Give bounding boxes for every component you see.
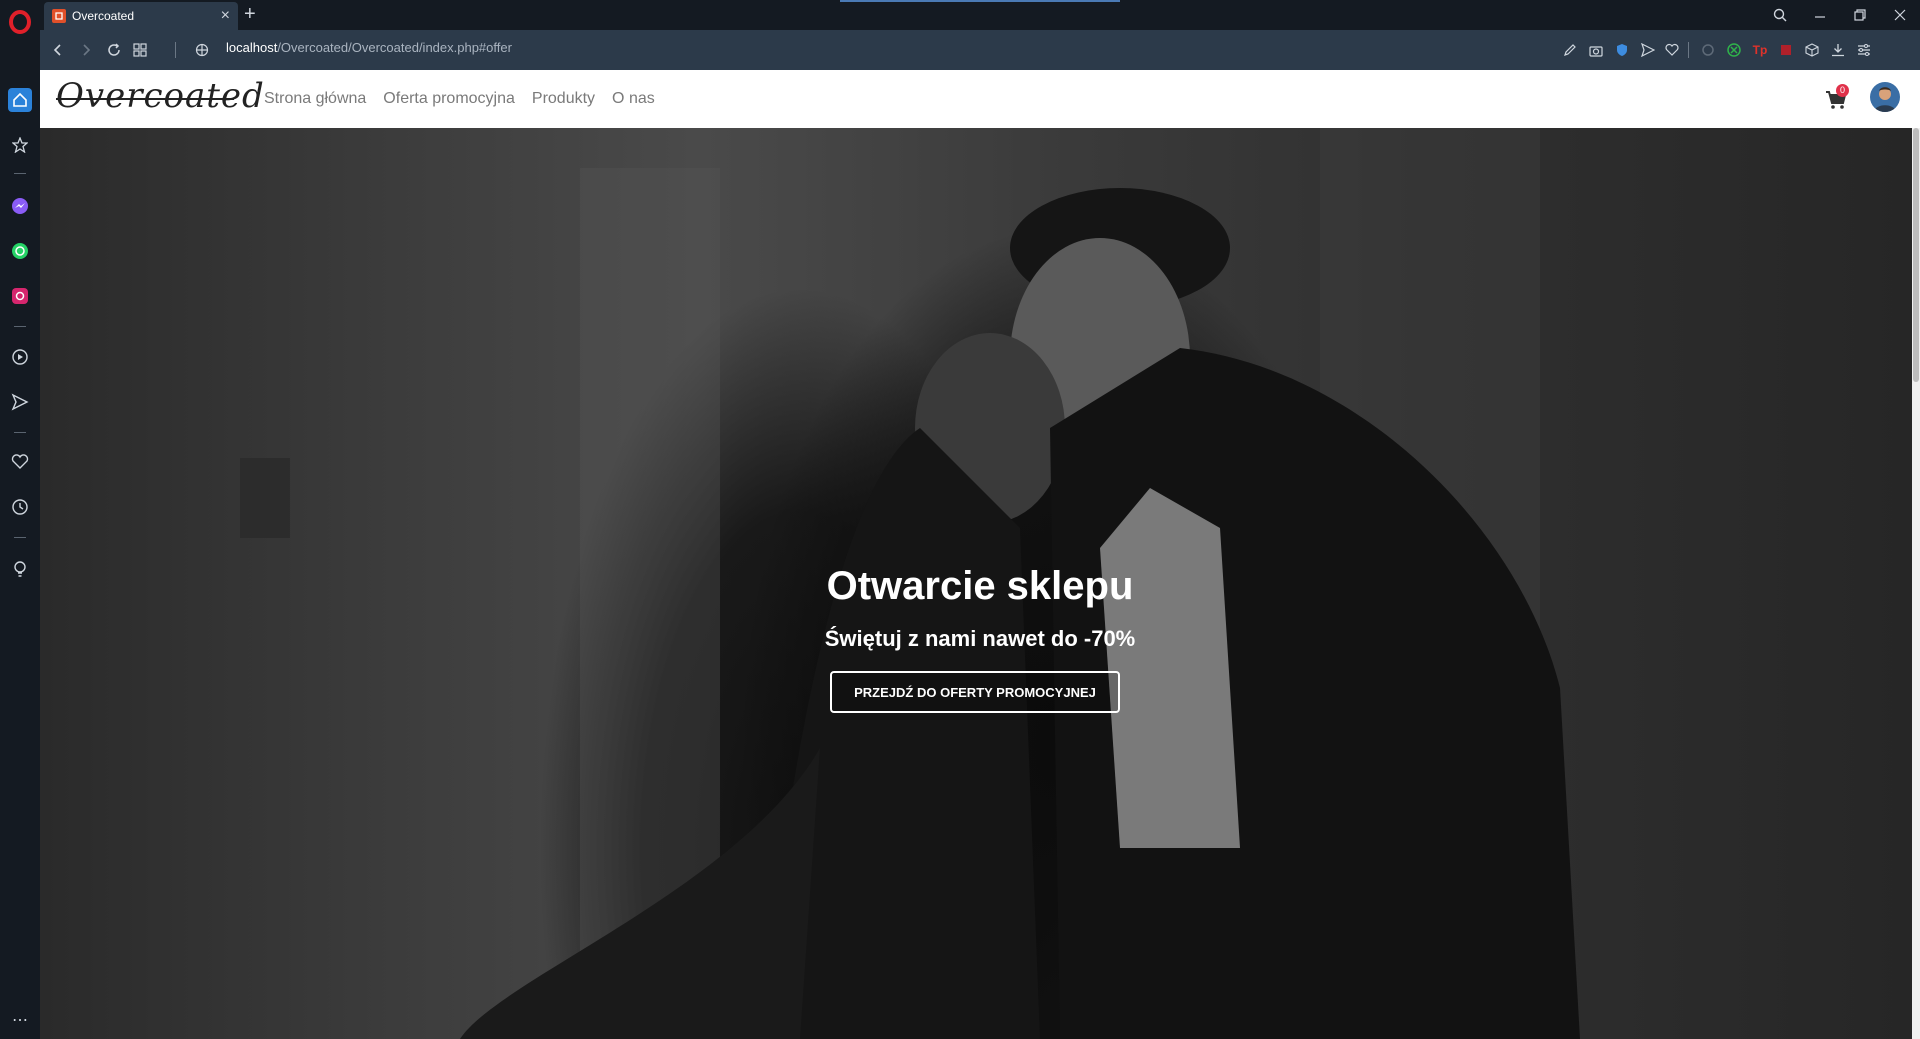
url-host: localhost bbox=[226, 40, 278, 55]
player-icon[interactable] bbox=[8, 345, 32, 369]
address-bar: localhost/Overcoated/Overcoated/index.ph… bbox=[40, 30, 1920, 70]
heart-icon[interactable] bbox=[1662, 40, 1682, 60]
close-tab-icon[interactable]: × bbox=[221, 7, 230, 25]
cube-icon[interactable] bbox=[1802, 40, 1822, 60]
cart-count-badge: 0 bbox=[1836, 84, 1849, 97]
shield-icon[interactable] bbox=[1612, 40, 1632, 60]
extension-red-icon[interactable] bbox=[1776, 40, 1796, 60]
close-window-icon[interactable] bbox=[1880, 0, 1920, 30]
hero-title: Otwarcie sklepu bbox=[826, 564, 1134, 608]
extension-circle-icon[interactable] bbox=[1698, 40, 1718, 60]
easy-setup-icon[interactable] bbox=[1854, 40, 1874, 60]
brand-strike-line bbox=[56, 98, 234, 100]
favicon-icon bbox=[52, 9, 66, 23]
nav-link-offer[interactable]: Oferta promocyjna bbox=[383, 90, 515, 108]
bookmarks-heart-icon[interactable] bbox=[8, 450, 32, 474]
brand-logo[interactable]: Overcoated bbox=[56, 76, 265, 116]
home-icon[interactable] bbox=[8, 88, 32, 112]
send-flow-icon[interactable] bbox=[1638, 40, 1658, 60]
tab-bar: Overcoated × + bbox=[40, 0, 1920, 30]
lightbulb-icon[interactable] bbox=[8, 557, 32, 581]
forward-icon[interactable] bbox=[74, 38, 98, 62]
new-tab-button[interactable]: + bbox=[244, 3, 256, 25]
url-field[interactable]: localhost/Overcoated/Overcoated/index.ph… bbox=[226, 40, 512, 55]
nav-link-home[interactable]: Strona główna bbox=[264, 90, 366, 108]
scrollbar-thumb[interactable] bbox=[1913, 128, 1919, 382]
reload-icon[interactable] bbox=[102, 38, 126, 62]
tab-title: Overcoated bbox=[72, 9, 135, 23]
messenger-icon[interactable] bbox=[8, 194, 32, 218]
nav-links: Strona główna Oferta promocyjna Produkty… bbox=[264, 90, 672, 108]
tab-overcoated[interactable]: Overcoated × bbox=[44, 2, 238, 30]
tp-extension-icon[interactable]: Tp bbox=[1750, 40, 1770, 60]
hero-banner: Otwarcie sklepu Świętuj z nami nawet do … bbox=[40, 128, 1920, 1039]
hero-subtitle: Świętuj z nami nawet do -70% bbox=[824, 626, 1136, 651]
opera-logo-icon[interactable] bbox=[8, 10, 32, 34]
minimize-icon[interactable] bbox=[1800, 0, 1840, 30]
speed-dial-icon[interactable] bbox=[8, 133, 32, 157]
tab-snapshot-icon[interactable] bbox=[128, 38, 152, 62]
camera-icon[interactable] bbox=[1586, 40, 1606, 60]
edit-icon[interactable] bbox=[1560, 40, 1580, 60]
extension-green-icon[interactable] bbox=[1724, 40, 1744, 60]
browser-sidebar: ⋯ bbox=[0, 0, 40, 1039]
divider bbox=[175, 42, 176, 58]
more-icon[interactable]: ⋯ bbox=[8, 1008, 32, 1032]
whatsapp-icon[interactable] bbox=[8, 239, 32, 263]
back-icon[interactable] bbox=[46, 38, 70, 62]
download-icon[interactable] bbox=[1828, 40, 1848, 60]
web-page: Overcoated Strona główna Oferta promocyj… bbox=[40, 70, 1920, 1039]
go-to-offer-button[interactable]: PRZEJDŹ DO OFERTY PROMOCYJNEJ bbox=[830, 671, 1120, 713]
search-tabs-icon[interactable] bbox=[1760, 0, 1800, 30]
site-navbar: Overcoated Strona główna Oferta promocyj… bbox=[40, 70, 1920, 128]
send-icon[interactable] bbox=[8, 390, 32, 414]
tab-loading-indicator bbox=[840, 0, 1120, 2]
site-info-globe-icon[interactable] bbox=[190, 38, 214, 62]
restore-icon[interactable] bbox=[1840, 0, 1880, 30]
instagram-icon[interactable] bbox=[8, 284, 32, 308]
nav-link-about[interactable]: O nas bbox=[612, 90, 655, 108]
divider bbox=[1688, 42, 1689, 58]
nav-link-products[interactable]: Produkty bbox=[532, 90, 595, 108]
url-path: /Overcoated/Overcoated/index.php#offer bbox=[277, 40, 512, 55]
history-clock-icon[interactable] bbox=[8, 495, 32, 519]
user-avatar[interactable] bbox=[1870, 82, 1900, 112]
page-scrollbar[interactable] bbox=[1912, 128, 1920, 1039]
